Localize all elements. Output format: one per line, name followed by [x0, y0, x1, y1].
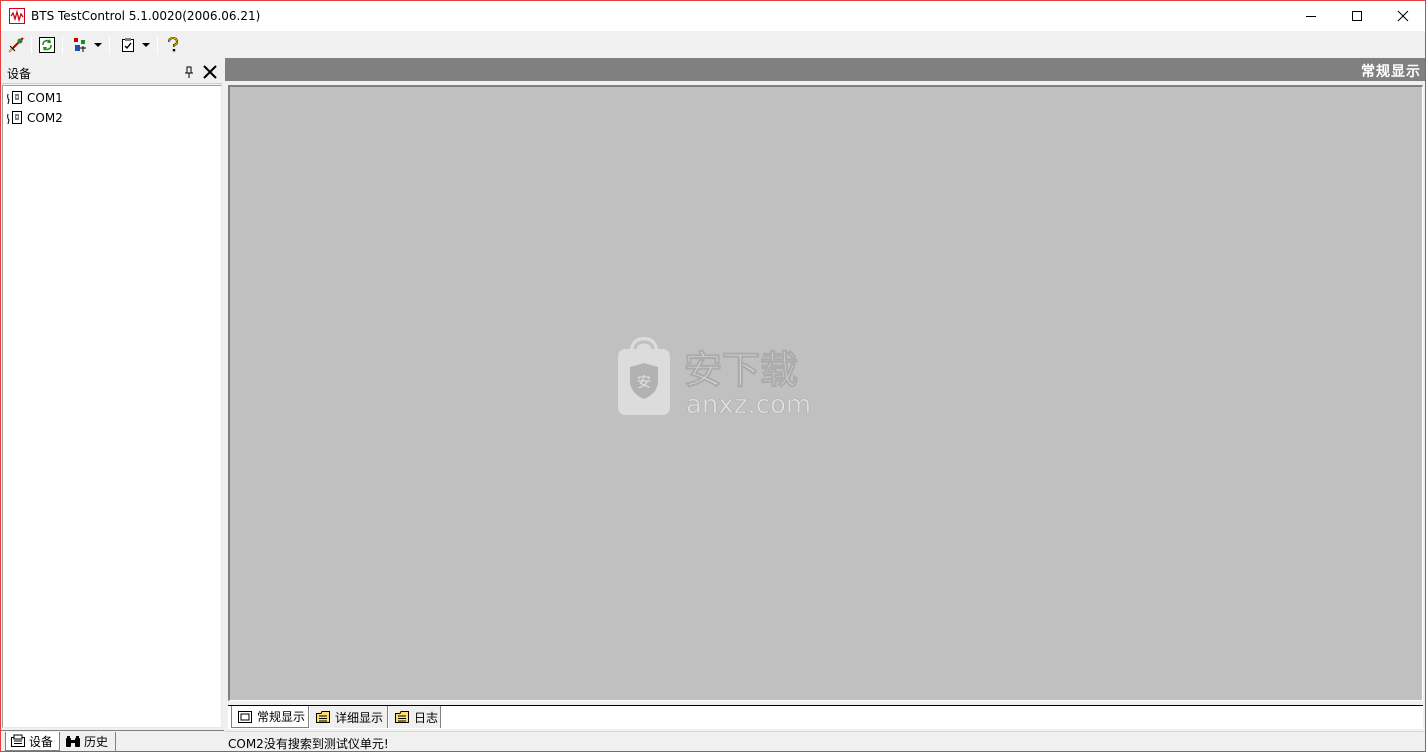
tab-log[interactable]: 日志 — [389, 706, 441, 728]
tab-label: 详细显示 — [335, 710, 384, 725]
tree-item-label: COM1 — [27, 91, 63, 105]
checklist-dropdown-icon — [121, 38, 134, 52]
tree-item-com1[interactable]: COM1 — [6, 89, 63, 107]
window-title: BTS TestControl 5.1.0020(2006.06.21) — [31, 9, 261, 23]
binoculars-icon — [66, 735, 80, 747]
folder-icon — [316, 711, 330, 723]
toolbar — [1, 31, 1425, 58]
main-view: 常规显示 安 安下载 anxz.com 常规显示 详细显示 日志 — [225, 58, 1425, 730]
chevron-down-icon — [141, 43, 150, 47]
panel-title: 设备 — [7, 67, 32, 81]
device-panel: 设备 COM1 COM2 设备 历史 — [1, 58, 224, 751]
watermark-badge: 安 — [637, 375, 651, 391]
device-dropdown-icon — [73, 38, 86, 52]
device-dropdown-button[interactable] — [67, 34, 105, 56]
maximize-button[interactable] — [1334, 1, 1380, 31]
title-bar[interactable]: BTS TestControl 5.1.0020(2006.06.21) — [1, 1, 1425, 31]
main-header: 常规显示 — [225, 58, 1425, 81]
app-icon — [9, 8, 25, 24]
device-tab-icon — [11, 734, 25, 747]
refresh-button[interactable] — [36, 34, 58, 56]
tab-label: 历史 — [84, 735, 109, 749]
help-icon — [168, 36, 179, 52]
display-canvas[interactable]: 安 安下载 anxz.com — [228, 85, 1423, 701]
watermark-text-en: anxz.com — [686, 390, 811, 419]
checklist-dropdown-button[interactable] — [115, 34, 153, 56]
close-icon — [1397, 10, 1409, 22]
tab-detailed-display[interactable]: 详细显示 — [310, 706, 388, 728]
tab-normal-display[interactable]: 常规显示 — [231, 706, 309, 728]
watermark-text-cn: 安下载 — [684, 348, 798, 392]
status-bar: COM2没有搜索到测试仪单元! — [225, 731, 1425, 751]
maximize-icon — [1352, 11, 1362, 21]
serial-port-icon — [7, 91, 22, 105]
chevron-down-icon — [93, 43, 102, 47]
status-message: COM2没有搜索到测试仪单元! — [228, 737, 389, 751]
tab-label: 设备 — [29, 734, 54, 749]
left-panel-tabs: 设备 历史 — [1, 730, 224, 751]
tree-item-com2[interactable]: COM2 — [6, 109, 63, 127]
folder-icon — [395, 711, 409, 723]
app-window: BTS TestControl 5.1.0020(2006.06.21) 设备 … — [0, 0, 1426, 752]
close-icon[interactable] — [201, 63, 219, 81]
toolbar-separator — [109, 36, 110, 54]
tab-label: 常规显示 — [257, 710, 306, 724]
tab-device[interactable]: 设备 — [5, 732, 60, 751]
watermark-logo: 安 安下载 anxz.com — [618, 337, 812, 419]
window-icon — [238, 710, 252, 723]
serial-port-icon — [7, 111, 22, 125]
minimize-icon — [1306, 16, 1316, 17]
view-title: 常规显示 — [1361, 64, 1421, 80]
refresh-icon — [39, 37, 55, 53]
help-button[interactable] — [163, 34, 183, 56]
toolbar-separator — [31, 36, 32, 54]
tab-label: 日志 — [414, 710, 439, 725]
tab-history[interactable]: 历史 — [61, 732, 116, 751]
minimize-button[interactable] — [1288, 1, 1334, 31]
toolbar-separator — [157, 36, 158, 54]
connect-icon — [8, 37, 24, 53]
view-tabs: 常规显示 详细显示 日志 — [228, 705, 1423, 729]
connect-button[interactable] — [5, 34, 27, 56]
tree-item-label: COM2 — [27, 111, 63, 125]
pin-icon[interactable] — [182, 65, 196, 79]
device-tree[interactable]: COM1 COM2 — [2, 85, 222, 728]
close-button[interactable] — [1380, 1, 1426, 31]
panel-header: 设备 — [1, 60, 223, 84]
toolbar-separator — [62, 36, 63, 54]
